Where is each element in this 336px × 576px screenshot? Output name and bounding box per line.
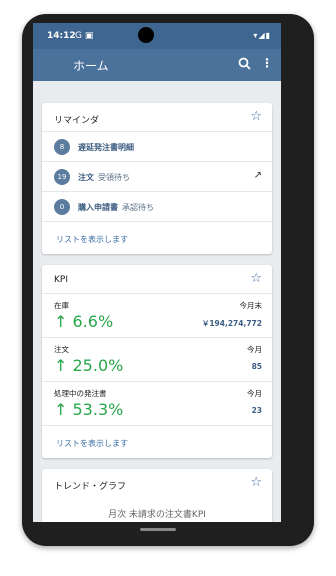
count-badge: 0: [54, 199, 70, 215]
show-list-link[interactable]: リストを表示します: [56, 234, 128, 245]
kpi-period: 今月: [247, 389, 262, 398]
page-title: ホーム: [73, 59, 109, 73]
kpi-row-pending-po[interactable]: 処理中の発注書 今月 ↑ 53.3% 23: [42, 381, 272, 426]
star-icon[interactable]: ☆: [250, 109, 262, 124]
reminders-footer: リストを表示します: [42, 221, 272, 252]
status-bar: 14:12 G ▣ ▾◢▮: [33, 23, 281, 49]
kpi-footer: リストを表示します: [42, 425, 272, 459]
kpi-label: 注文: [54, 345, 69, 354]
kpi-value: ↑ 25.0%: [54, 356, 124, 375]
kpi-amount: 23: [251, 406, 262, 415]
external-link-icon[interactable]: ↗: [254, 170, 262, 181]
count-badge: 8: [54, 139, 70, 155]
reminder-label: 遅延発注書明細: [78, 143, 134, 152]
status-icons-left: G ▣: [75, 31, 94, 41]
kpi-label: 在庫: [54, 301, 69, 310]
reminder-row-orders[interactable]: 19 注文 受領待ち ↗: [42, 161, 272, 192]
trend-title: トレンド・グラフ: [54, 482, 127, 492]
show-list-link[interactable]: リストを表示します: [56, 438, 128, 449]
reminder-label: 購入申請書 承認待ち: [78, 203, 154, 212]
reminder-label: 注文 受領待ち: [78, 173, 130, 182]
app-bar: ホーム ⋮: [33, 49, 281, 81]
kpi-amount: ￥194,274,772: [201, 319, 262, 328]
trend-card: トレンド・グラフ ☆ 月次 未請求の注文書KPI: [42, 469, 272, 522]
star-icon[interactable]: ☆: [250, 475, 262, 490]
more-options-icon[interactable]: ⋮: [261, 56, 273, 70]
reminders-card: リマインダ ☆ 8 遅延発注書明細 19 注文 受領待ち ↗ 0 購入申請書 承認待…: [42, 103, 272, 254]
trend-subtitle: 月次 未請求の注文書KPI: [108, 510, 206, 520]
kpi-label: 処理中の発注書: [54, 389, 107, 398]
search-icon[interactable]: [237, 56, 253, 72]
screen: 14:12 G ▣ ▾◢▮ ホーム ⋮ リマインダ ☆ 8 遅延発注書明細 19…: [33, 23, 281, 522]
star-icon[interactable]: ☆: [250, 271, 262, 286]
kpi-card: KPI ☆ 在庫 今月末 ↑ 6.6% ￥194,274,772 注文 今月 ↑…: [42, 265, 272, 458]
status-time: 14:12: [47, 31, 76, 41]
reminder-row-requests[interactable]: 0 購入申請書 承認待ち: [42, 191, 272, 222]
kpi-value: ↑ 53.3%: [54, 400, 124, 419]
kpi-row-inventory[interactable]: 在庫 今月末 ↑ 6.6% ￥194,274,772: [42, 293, 272, 338]
kpi-value: ↑ 6.6%: [54, 312, 114, 331]
reminder-row-delayed[interactable]: 8 遅延発注書明細: [42, 131, 272, 162]
count-badge: 19: [54, 169, 70, 185]
kpi-period: 今月末: [239, 301, 263, 310]
kpi-period: 今月: [247, 345, 262, 354]
kpi-amount: 85: [251, 362, 262, 371]
home-indicator[interactable]: [140, 528, 176, 531]
reminders-title: リマインダ: [54, 116, 100, 126]
kpi-title: KPI: [54, 275, 68, 285]
camera-cutout: [138, 27, 154, 43]
kpi-row-orders[interactable]: 注文 今月 ↑ 25.0% 85: [42, 337, 272, 382]
status-icons-right: ▾◢▮: [253, 31, 271, 40]
navigation-bar: [33, 522, 281, 546]
